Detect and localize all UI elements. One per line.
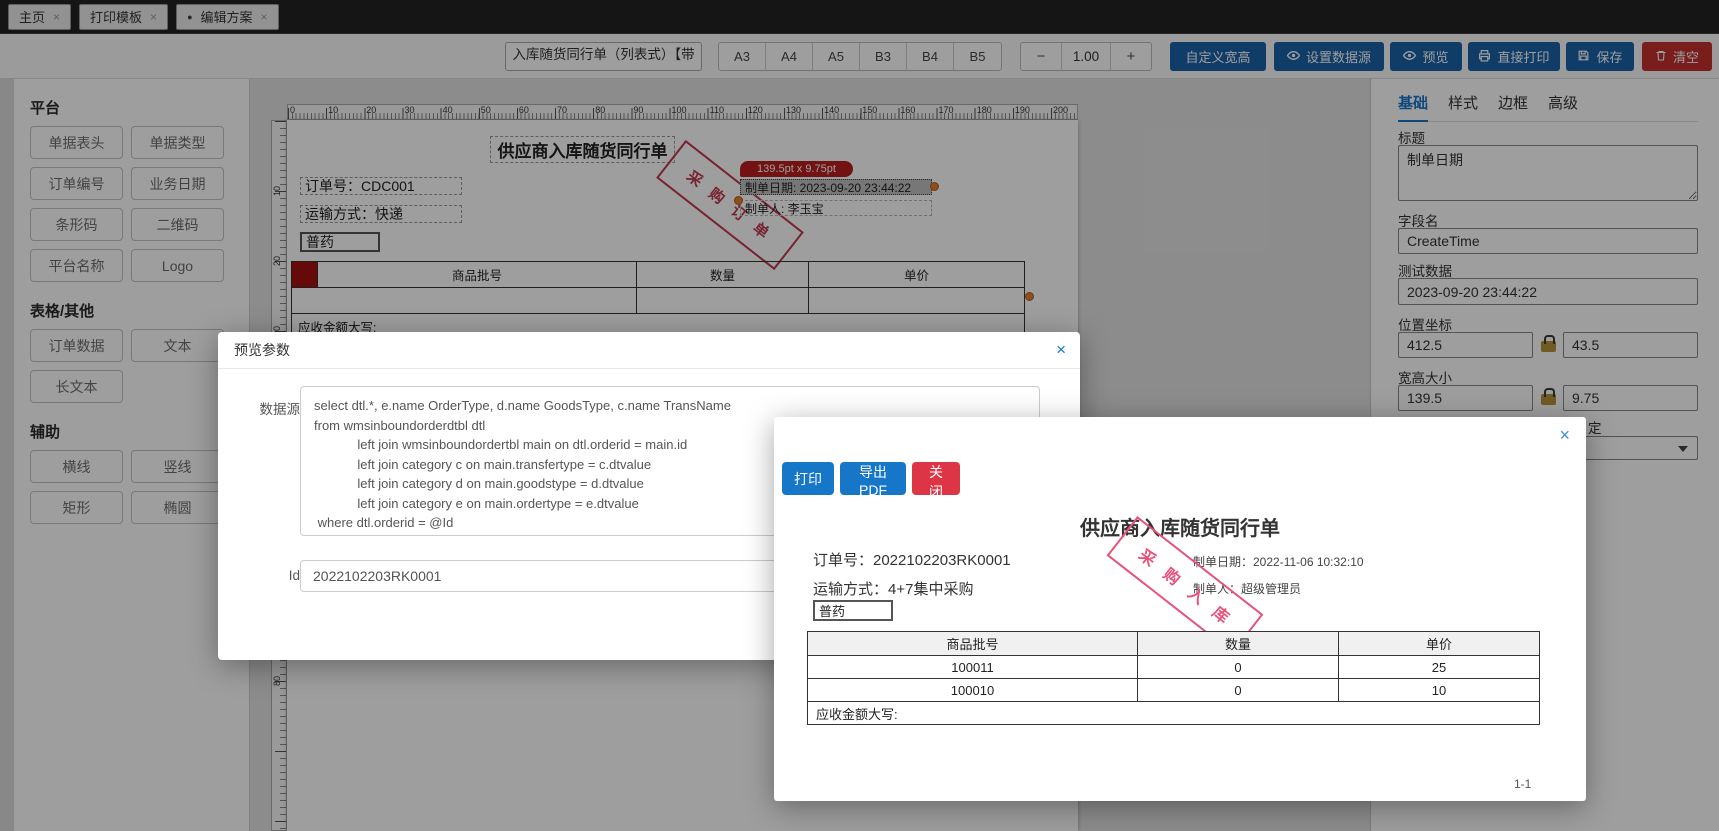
page-indicator: 1-1 <box>1514 777 1532 791</box>
app-root: 主页 × 打印模板 × ● 编辑方案 × 入库随货同行单（列表式）【带 A3 A… <box>0 0 1719 831</box>
id-label: Id <box>288 568 300 583</box>
preview-table-header: 数量 <box>1138 632 1339 655</box>
datasource-label: 数据源 <box>259 402 301 417</box>
preview-table-row: 100011 0 25 <box>808 656 1539 679</box>
preview-transport: 运输方式：4+7集中采购 <box>813 581 974 598</box>
preview-table-footer: 应收金额大写: <box>816 706 898 722</box>
preview-order-no: 订单号：2022102203RK0001 <box>813 552 1011 569</box>
preview-drug-type: 普药 <box>813 600 893 621</box>
preview-params-title: 预览参数 <box>218 332 1080 369</box>
print-button[interactable]: 打印 <box>782 462 834 495</box>
close-icon[interactable]: × <box>1056 340 1066 360</box>
print-preview-modal: × 打印 导出PDF 关闭 供应商入库随货同行单 订单号：2022102203R… <box>774 417 1586 801</box>
preview-date: 制单日期：2022-11-06 10:32:10 <box>1193 555 1364 569</box>
preview-table-row: 100010 0 10 <box>808 679 1539 702</box>
preview-table-cell: 10 <box>1431 682 1447 698</box>
close-preview-button[interactable]: 关闭 <box>912 462 960 500</box>
preview-table-cell: 0 <box>1138 679 1339 701</box>
preview-table-cell: 100010 <box>808 679 1138 701</box>
preview-table-header-row: 商品批号 数量 单价 <box>808 632 1539 656</box>
preview-table-header: 商品批号 <box>808 632 1138 655</box>
preview-table-footer-row: 应收金额大写: <box>808 702 1539 724</box>
preview-table: 商品批号 数量 单价 100011 0 25 100010 0 10 应收金额大… <box>807 631 1540 725</box>
preview-doc-title: 供应商入库随货同行单 <box>1080 518 1280 540</box>
preview-table-cell: 25 <box>1431 659 1447 675</box>
preview-table-cell: 0 <box>1138 656 1339 678</box>
preview-table-cell: 100011 <box>808 656 1138 678</box>
export-pdf-button[interactable]: 导出PDF <box>840 462 906 498</box>
preview-table-header: 单价 <box>1339 632 1539 655</box>
close-icon[interactable]: × <box>1559 425 1570 446</box>
